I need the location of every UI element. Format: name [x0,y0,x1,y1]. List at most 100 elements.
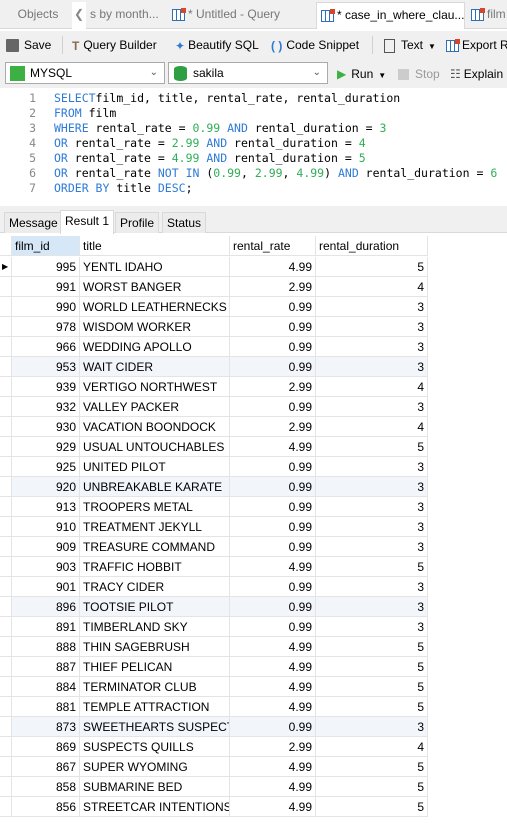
title-cell[interactable]: UNITED PILOT [80,457,230,477]
table-row[interactable]: 869 SUSPECTS QUILLS 2.99 4 [0,737,428,757]
rental-rate-cell[interactable]: 4.99 [230,777,316,797]
table-row[interactable]: 888 THIN SAGEBRUSH 4.99 5 [0,637,428,657]
row-selector[interactable] [0,417,12,437]
tab-message[interactable]: Message [4,212,63,233]
rental-duration-cell[interactable]: 5 [316,797,428,817]
film-id-cell[interactable]: 884 [12,677,80,697]
rental-rate-cell[interactable]: 0.99 [230,477,316,497]
title-cell[interactable]: TREATMENT JEKYLL [80,517,230,537]
title-cell[interactable]: USUAL UNTOUCHABLES [80,437,230,457]
table-row[interactable]: 913 TROOPERS METAL 0.99 3 [0,497,428,517]
title-cell[interactable]: TRAFFIC HOBBIT [80,557,230,577]
database-select[interactable]: sakila ⌄ [168,62,328,84]
film-id-cell[interactable]: 991 [12,277,80,297]
row-selector[interactable] [0,717,12,737]
rental-rate-cell[interactable]: 0.99 [230,617,316,637]
title-cell[interactable]: UNBREAKABLE KARATE [80,477,230,497]
table-row[interactable]: 884 TERMINATOR CLUB 4.99 5 [0,677,428,697]
table-row[interactable]: 939 VERTIGO NORTHWEST 2.99 4 [0,377,428,397]
title-cell[interactable]: SUBMARINE BED [80,777,230,797]
row-selector[interactable] [0,537,12,557]
rental-duration-cell[interactable]: 3 [316,477,428,497]
table-row[interactable]: 901 TRACY CIDER 0.99 3 [0,577,428,597]
row-selector[interactable] [0,617,12,637]
title-cell[interactable]: WISDOM WORKER [80,317,230,337]
rental-duration-cell[interactable]: 5 [316,637,428,657]
row-selector[interactable] [0,457,12,477]
film-id-cell[interactable]: 932 [12,397,80,417]
tab-objects[interactable]: Objects [8,2,68,29]
rental-duration-cell[interactable]: 5 [316,557,428,577]
title-cell[interactable]: VACATION BOONDOCK [80,417,230,437]
query-builder-button[interactable]: T Query Builder [72,36,157,54]
save-button[interactable]: Save [6,36,51,54]
rental-duration-cell[interactable]: 5 [316,437,428,457]
film-id-cell[interactable]: 929 [12,437,80,457]
row-selector[interactable] [0,797,12,817]
film-id-cell[interactable]: 903 [12,557,80,577]
sql-editor[interactable]: 1 SELECTfilm_id, title, rental_rate, rent… [0,88,507,206]
rental-rate-cell[interactable]: 0.99 [230,337,316,357]
rental-duration-cell[interactable]: 3 [316,457,428,477]
rental-rate-cell[interactable]: 4.99 [230,557,316,577]
rental-rate-cell[interactable]: 0.99 [230,317,316,337]
table-row[interactable]: 953 WAIT CIDER 0.99 3 [0,357,428,377]
rental-duration-cell[interactable]: 3 [316,577,428,597]
film-id-cell[interactable]: 867 [12,757,80,777]
title-cell[interactable]: TRACY CIDER [80,577,230,597]
rental-rate-cell[interactable]: 0.99 [230,297,316,317]
row-selector[interactable] [0,597,12,617]
row-selector[interactable] [0,757,12,777]
row-selector[interactable] [0,477,12,497]
title-cell[interactable]: SUPER WYOMING [80,757,230,777]
rental-rate-cell[interactable]: 4.99 [230,757,316,777]
table-row[interactable]: 887 THIEF PELICAN 4.99 5 [0,657,428,677]
rental-duration-cell[interactable]: 5 [316,777,428,797]
row-selector[interactable] [0,437,12,457]
film-id-cell[interactable]: 920 [12,477,80,497]
rental-rate-cell[interactable]: 4.99 [230,257,316,277]
title-cell[interactable]: TERMINATOR CLUB [80,677,230,697]
title-cell[interactable]: WORST BANGER [80,277,230,297]
title-cell[interactable]: WAIT CIDER [80,357,230,377]
title-cell[interactable]: THIEF PELICAN [80,657,230,677]
row-selector[interactable] [0,657,12,677]
scroll-left-icon[interactable]: ❮ [72,2,86,29]
table-row[interactable]: 896 TOOTSIE PILOT 0.99 3 [0,597,428,617]
film-id-cell[interactable]: 909 [12,537,80,557]
film-id-cell[interactable]: 913 [12,497,80,517]
tab-profile[interactable]: Profile [115,212,160,233]
rental-duration-cell[interactable]: 5 [316,657,428,677]
rental-rate-cell[interactable]: 4.99 [230,657,316,677]
column-header-film-id[interactable]: film_id [12,236,80,256]
explain-button[interactable]: ☷ Explain [450,65,503,83]
rental-rate-cell[interactable]: 4.99 [230,697,316,717]
tab-status[interactable]: Status [162,212,207,233]
row-selector[interactable] [0,577,12,597]
rental-duration-cell[interactable]: 4 [316,277,428,297]
rental-duration-cell[interactable]: 5 [316,697,428,717]
row-selector[interactable] [0,277,12,297]
row-selector[interactable] [0,377,12,397]
title-cell[interactable]: VERTIGO NORTHWEST [80,377,230,397]
film-id-cell[interactable]: 856 [12,797,80,817]
table-row[interactable]: 891 TIMBERLAND SKY 0.99 3 [0,617,428,637]
rental-rate-cell[interactable]: 0.99 [230,537,316,557]
rental-duration-cell[interactable]: 3 [316,297,428,317]
rental-duration-cell[interactable]: 3 [316,337,428,357]
row-selector[interactable] [0,637,12,657]
rental-rate-cell[interactable]: 0.99 [230,357,316,377]
text-button[interactable]: Text ▼ [384,36,436,54]
row-selector[interactable] [0,297,12,317]
film-id-cell[interactable]: 930 [12,417,80,437]
row-selector[interactable] [0,777,12,797]
rental-duration-cell[interactable]: 3 [316,497,428,517]
film-id-cell[interactable]: 901 [12,577,80,597]
film-id-cell[interactable]: 925 [12,457,80,477]
rental-rate-cell[interactable]: 0.99 [230,597,316,617]
film-id-cell[interactable]: 966 [12,337,80,357]
row-selector[interactable] [0,337,12,357]
title-cell[interactable]: WORLD LEATHERNECKS [80,297,230,317]
rental-rate-cell[interactable]: 0.99 [230,577,316,597]
rental-rate-cell[interactable]: 0.99 [230,497,316,517]
